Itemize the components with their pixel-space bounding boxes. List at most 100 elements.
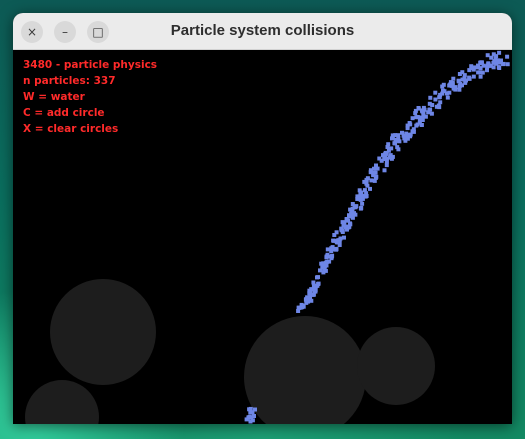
particle [467, 75, 472, 80]
particle [405, 136, 410, 141]
particle [359, 205, 364, 210]
particle [497, 66, 502, 70]
particle [492, 59, 497, 64]
particle [390, 133, 395, 138]
particle [377, 156, 382, 161]
particle [305, 295, 310, 300]
particle [475, 65, 480, 70]
particle [341, 223, 346, 228]
particle [312, 287, 317, 292]
simulation-canvas[interactable]: 3480 - particle physics n particles: 337… [13, 50, 512, 424]
particle [451, 76, 456, 81]
particle [384, 156, 389, 161]
particle [247, 415, 252, 419]
particle [386, 142, 391, 147]
particle [438, 92, 443, 97]
particle [374, 164, 378, 169]
particle [347, 224, 352, 229]
particle [456, 78, 461, 83]
particle [441, 88, 445, 93]
particle [421, 112, 426, 116]
particle [463, 80, 468, 85]
particle [450, 80, 455, 85]
particle [497, 50, 502, 55]
particle [413, 111, 418, 116]
particle [365, 176, 370, 181]
particle [478, 60, 483, 65]
minimize-icon: – [62, 25, 68, 39]
particle [382, 152, 387, 157]
titlebar[interactable]: × – □ Particle system collisions [13, 13, 512, 50]
particle [433, 97, 438, 102]
circles-layer [25, 279, 435, 424]
particle [485, 53, 490, 58]
hud-overlay: 3480 - particle physics n particles: 337… [23, 57, 157, 137]
particle [334, 247, 339, 252]
obstacle-circle [50, 279, 156, 385]
obstacle-circle [357, 327, 435, 405]
close-button[interactable]: × [21, 21, 43, 43]
particle [350, 213, 355, 218]
hud-clear-circles-hint: X = clear circles [23, 123, 119, 135]
particle [360, 201, 365, 206]
particle [457, 87, 462, 92]
particle [476, 70, 481, 75]
particle [471, 74, 476, 79]
particle [325, 259, 330, 264]
particle [248, 406, 253, 411]
particle [348, 221, 352, 226]
particle [329, 254, 334, 259]
particle [410, 116, 415, 121]
particle [495, 58, 500, 63]
close-icon: × [26, 25, 38, 39]
particle [430, 103, 435, 107]
particle [386, 148, 391, 153]
particle [505, 62, 510, 67]
particle [434, 104, 439, 109]
particle [315, 275, 319, 280]
particle [433, 90, 438, 95]
particle [491, 52, 496, 57]
particle [411, 129, 416, 134]
particle [447, 90, 452, 95]
particle [342, 235, 346, 240]
hud-add-circle-hint: C = add circle [23, 107, 105, 119]
particle [368, 170, 373, 175]
particle [321, 270, 326, 275]
hud-water-hint: W = water [23, 91, 85, 103]
particle [316, 282, 321, 286]
particle [469, 66, 474, 71]
particle [368, 186, 372, 191]
particle [427, 107, 432, 112]
particle [460, 70, 465, 75]
particle [453, 87, 458, 92]
particle [359, 192, 364, 197]
maximize-button[interactable]: □ [87, 21, 109, 43]
particle [364, 191, 369, 196]
maximize-icon: □ [92, 25, 104, 39]
obstacle-circle [244, 316, 366, 424]
particle [298, 305, 303, 310]
particle [332, 233, 337, 237]
particle [397, 139, 402, 144]
particle [440, 84, 445, 89]
app-window: × – □ Particle system collisions 3480 - … [13, 13, 512, 424]
particle [445, 95, 450, 100]
minimize-button[interactable]: – [54, 21, 76, 43]
particle [338, 236, 343, 241]
particle [438, 100, 443, 105]
particle [355, 197, 360, 201]
particle [478, 74, 483, 79]
particle [505, 54, 510, 59]
particle [329, 246, 334, 251]
particle [340, 228, 345, 233]
particle [382, 168, 387, 173]
particle [408, 122, 413, 127]
particle [325, 247, 330, 252]
particle [369, 178, 374, 183]
particle [311, 292, 316, 297]
particle [307, 288, 312, 293]
particle [357, 188, 362, 193]
hud-fps-line: 3480 - particle physics [23, 59, 158, 71]
hud-particle-count: n particles: 337 [23, 75, 116, 87]
